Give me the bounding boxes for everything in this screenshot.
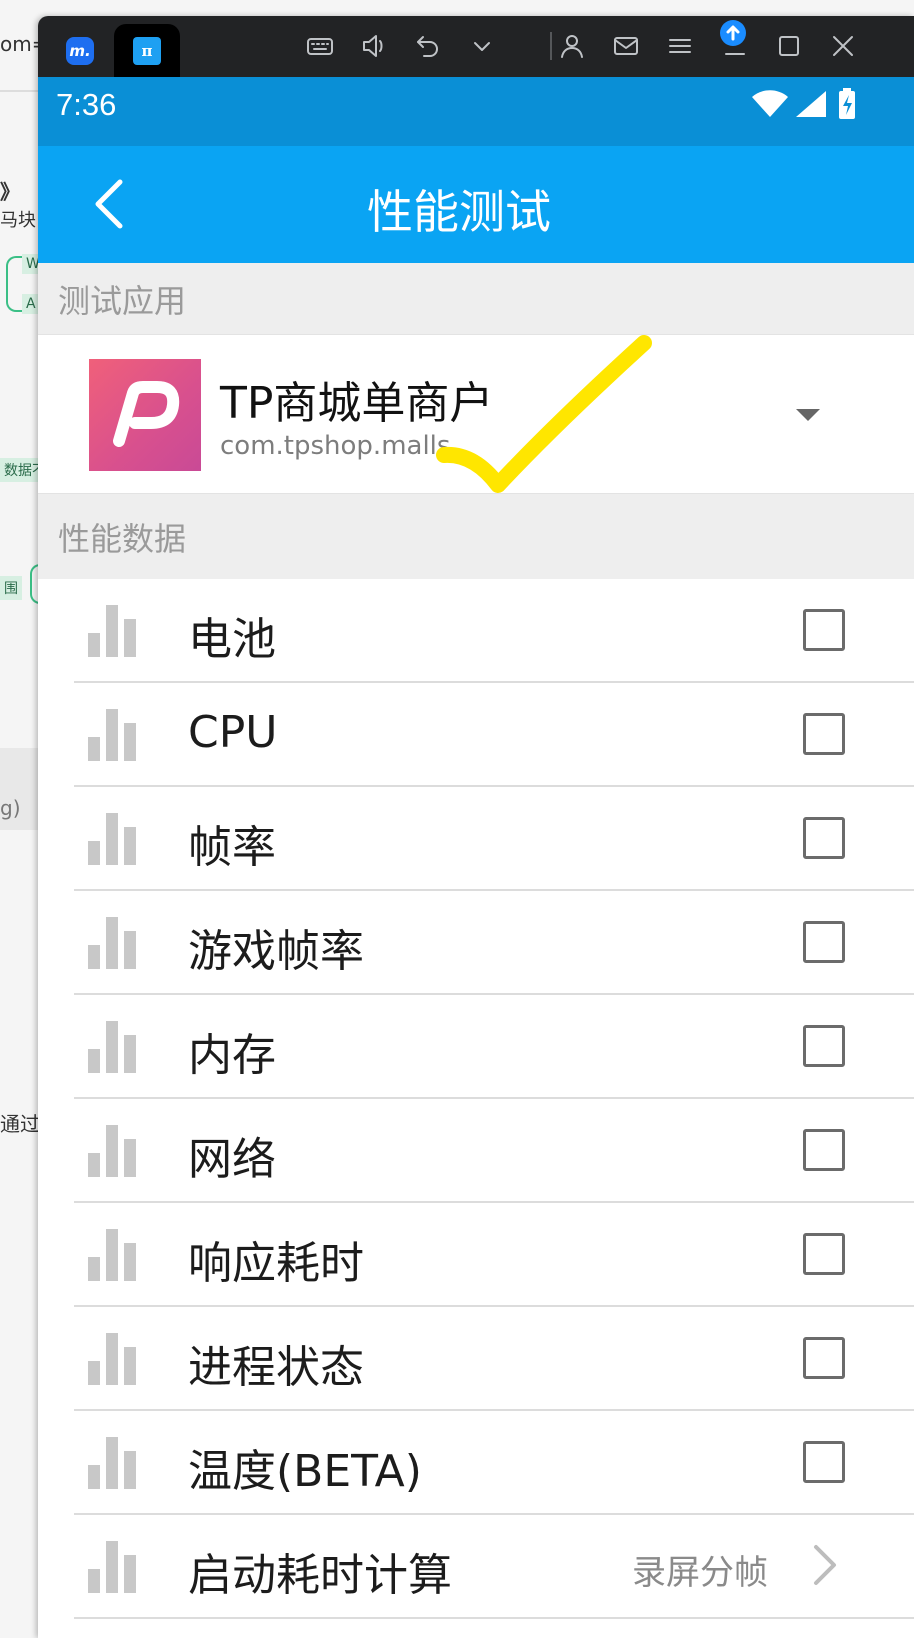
bar-chart-icon xyxy=(88,1021,136,1073)
bar-chart-icon xyxy=(88,1541,136,1593)
metric-label: 进程状态 xyxy=(188,1342,364,1393)
tab-pi-app[interactable]: π xyxy=(114,24,180,77)
metric-row[interactable]: 温度(BETA) xyxy=(38,1411,914,1515)
bar-chart-icon xyxy=(88,813,136,865)
metric-row[interactable]: 电池 xyxy=(38,579,914,683)
metric-extra-label: 录屏分帧 xyxy=(632,1553,768,1593)
bar-chart-icon xyxy=(88,709,136,761)
bar-chart-icon xyxy=(88,917,136,969)
metric-checkbox[interactable] xyxy=(803,921,845,963)
metric-row[interactable]: 响应耗时 xyxy=(38,1203,914,1307)
page-title: 性能测试 xyxy=(367,185,551,239)
metric-row[interactable]: 内存 xyxy=(38,995,914,1099)
metric-checkbox[interactable] xyxy=(803,609,845,651)
bar-chart-icon xyxy=(88,1125,136,1177)
close-icon[interactable] xyxy=(827,30,859,62)
bg-fragment: g) xyxy=(0,796,21,820)
metric-checkbox[interactable] xyxy=(803,817,845,859)
menu-icon[interactable] xyxy=(664,30,696,62)
keyboard-icon[interactable] xyxy=(304,30,336,62)
app-selector[interactable]: TP商城单商户 com.tpshop.malls xyxy=(38,334,914,494)
metric-label: 温度(BETA) xyxy=(188,1446,422,1497)
mail-icon[interactable] xyxy=(610,30,642,62)
metric-checkbox[interactable] xyxy=(803,713,845,755)
metric-label: CPU xyxy=(188,707,278,758)
metric-row[interactable]: 启动耗时计算 录屏分帧 xyxy=(38,1515,914,1619)
metric-row[interactable]: 进程状态 xyxy=(38,1307,914,1411)
wifi-icon xyxy=(752,90,788,117)
metric-label: 电池 xyxy=(188,614,276,665)
section-header-perf-data: 性能数据 xyxy=(38,494,914,579)
section-header-test-app: 测试应用 xyxy=(38,263,914,334)
app-package-name: com.tpshop.malls xyxy=(220,431,451,461)
dropdown-caret-icon[interactable] xyxy=(796,409,820,421)
emulator-window: m. π 7:36 性能测试 测试应用 TP商城单商户 com.tpshop.m… xyxy=(38,16,914,1638)
metric-checkbox[interactable] xyxy=(803,1233,845,1275)
window-titlebar: m. π xyxy=(38,16,914,77)
minimize-icon[interactable] xyxy=(719,30,751,62)
volume-icon[interactable] xyxy=(358,30,390,62)
maximize-icon[interactable] xyxy=(773,30,805,62)
bg-tag: 围 xyxy=(0,576,22,600)
metric-checkbox[interactable] xyxy=(803,1129,845,1171)
app-logo xyxy=(89,359,201,471)
app-toolbar: 性能测试 xyxy=(38,146,914,263)
undo-icon[interactable] xyxy=(412,30,444,62)
metric-label: 响应耗时 xyxy=(188,1238,364,1289)
metric-row[interactable]: 游戏帧率 xyxy=(38,891,914,995)
metric-label: 帧率 xyxy=(188,822,276,873)
app-name: TP商城单商户 xyxy=(220,378,494,429)
metrics-list: 电池 CPU 帧率游戏帧率内存网络响应耗时进程状态温度(BETA) 启动耗时计算 录屏分… xyxy=(38,579,914,1619)
tab-m-app[interactable]: m. xyxy=(52,24,108,77)
metric-checkbox[interactable] xyxy=(803,1441,845,1483)
metric-checkbox[interactable] xyxy=(803,1025,845,1067)
metric-row[interactable]: 网络 xyxy=(38,1099,914,1203)
signal-icon xyxy=(796,91,826,117)
bg-fragment: 》 xyxy=(0,180,20,204)
bg-fragment: 马块 xyxy=(0,210,36,231)
metric-label: 网络 xyxy=(188,1134,276,1185)
bar-chart-icon xyxy=(88,1437,136,1489)
pi-app-icon: π xyxy=(133,36,161,65)
metric-checkbox[interactable] xyxy=(803,1337,845,1379)
metric-label: 启动耗时计算 xyxy=(188,1550,452,1601)
bg-fragment: 通过 xyxy=(0,1112,40,1136)
bar-chart-icon xyxy=(88,1229,136,1281)
chevron-down-icon[interactable] xyxy=(466,30,498,62)
metric-label: 内存 xyxy=(188,1030,276,1081)
metric-row[interactable]: 帧率 xyxy=(38,787,914,891)
bg-divider xyxy=(0,90,40,92)
metric-row[interactable]: CPU xyxy=(38,683,914,787)
m-app-icon: m. xyxy=(66,36,94,65)
chevron-right-icon[interactable] xyxy=(810,1543,840,1587)
user-icon[interactable] xyxy=(556,30,588,62)
metric-label: 游戏帧率 xyxy=(188,926,364,977)
bg-tag: A xyxy=(22,294,40,314)
battery-charging-icon xyxy=(839,88,855,119)
toolbar-separator xyxy=(550,32,552,60)
android-status-bar: 7:36 xyxy=(38,77,914,146)
bar-chart-icon xyxy=(88,605,136,657)
status-clock: 7:36 xyxy=(56,87,117,122)
status-icons xyxy=(750,87,862,121)
bar-chart-icon xyxy=(88,1333,136,1385)
